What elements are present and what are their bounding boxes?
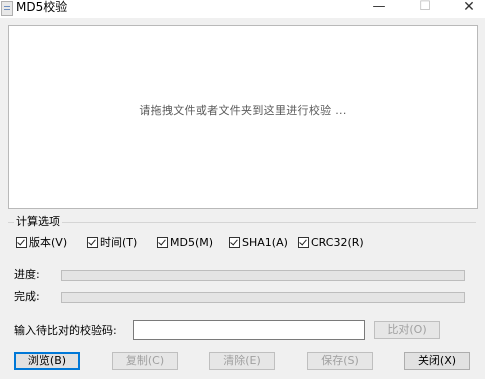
close-button[interactable]: 关闭(X) bbox=[404, 352, 470, 370]
progress-label: 进度: bbox=[14, 268, 40, 281]
option-time-checkbox[interactable]: 时间(T) bbox=[87, 235, 137, 249]
progress-bar bbox=[61, 270, 465, 281]
option-sha1-checkbox[interactable]: SHA1(A) bbox=[229, 235, 288, 249]
option-crc32-label: CRC32(R) bbox=[311, 235, 364, 249]
save-button[interactable]: 保存(S) bbox=[307, 352, 373, 370]
version-checkbox-box[interactable] bbox=[16, 236, 27, 248]
options-group-title: 计算选项 bbox=[14, 215, 62, 228]
option-time-label: 时间(T) bbox=[100, 236, 138, 249]
maximize-icon[interactable]: ☐ bbox=[403, 0, 447, 16]
time-checkbox-box[interactable] bbox=[87, 236, 98, 248]
checksum-input[interactable] bbox=[133, 320, 365, 340]
compare-button[interactable]: 比对(O) bbox=[374, 321, 440, 339]
app-icon bbox=[1, 1, 13, 16]
compare-label: 输入待比对的校验码: bbox=[14, 324, 117, 337]
crc32-checkbox-box[interactable] bbox=[298, 236, 309, 248]
sha1-checkbox-box[interactable] bbox=[229, 236, 240, 248]
option-md5-checkbox[interactable]: MD5(M) bbox=[157, 235, 213, 249]
file-drop-area[interactable]: 请拖拽文件或者文件夹到这里进行校验 ... bbox=[8, 25, 478, 209]
option-sha1-label: SHA1(A) bbox=[242, 235, 288, 249]
copy-button[interactable]: 复制(C) bbox=[112, 352, 178, 370]
option-version-label: 版本(V) bbox=[29, 236, 68, 249]
title-bar: MD5校验 — ☐ ✕ bbox=[0, 0, 485, 18]
md5-checkbox-box[interactable] bbox=[157, 236, 168, 248]
option-md5-label: MD5(M) bbox=[170, 235, 214, 249]
clear-button[interactable]: 清除(E) bbox=[209, 352, 275, 370]
window-title: MD5校验 bbox=[16, 0, 68, 14]
option-crc32-checkbox[interactable]: CRC32(R) bbox=[298, 235, 364, 249]
close-icon[interactable]: ✕ bbox=[447, 0, 485, 16]
minimize-icon[interactable]: — bbox=[357, 0, 401, 16]
browse-button[interactable]: 浏览(B) bbox=[14, 352, 80, 370]
complete-bar bbox=[61, 292, 465, 303]
option-version-checkbox[interactable]: 版本(V) bbox=[16, 235, 67, 249]
drop-hint: 请拖拽文件或者文件夹到这里进行校验 ... bbox=[139, 104, 347, 117]
complete-label: 完成: bbox=[14, 290, 40, 303]
